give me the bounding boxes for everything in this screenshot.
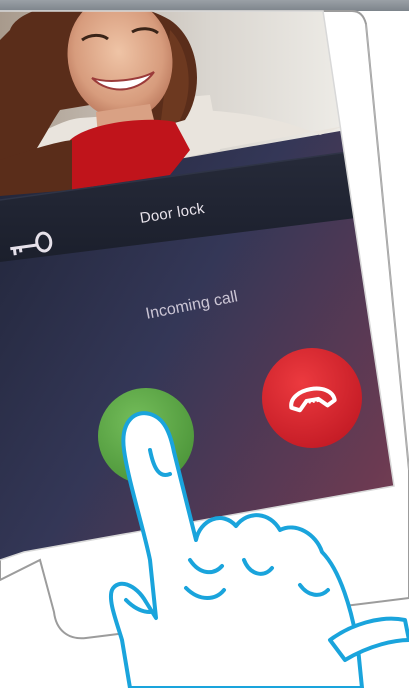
decline-call-button[interactable]: [262, 350, 362, 450]
door-lock-key-button[interactable]: [4, 228, 58, 260]
phone-illustration: [0, 10, 409, 688]
accept-call-button[interactable]: [98, 388, 194, 484]
intercom-app-screenshot: Door lock Incoming call: [0, 0, 409, 688]
